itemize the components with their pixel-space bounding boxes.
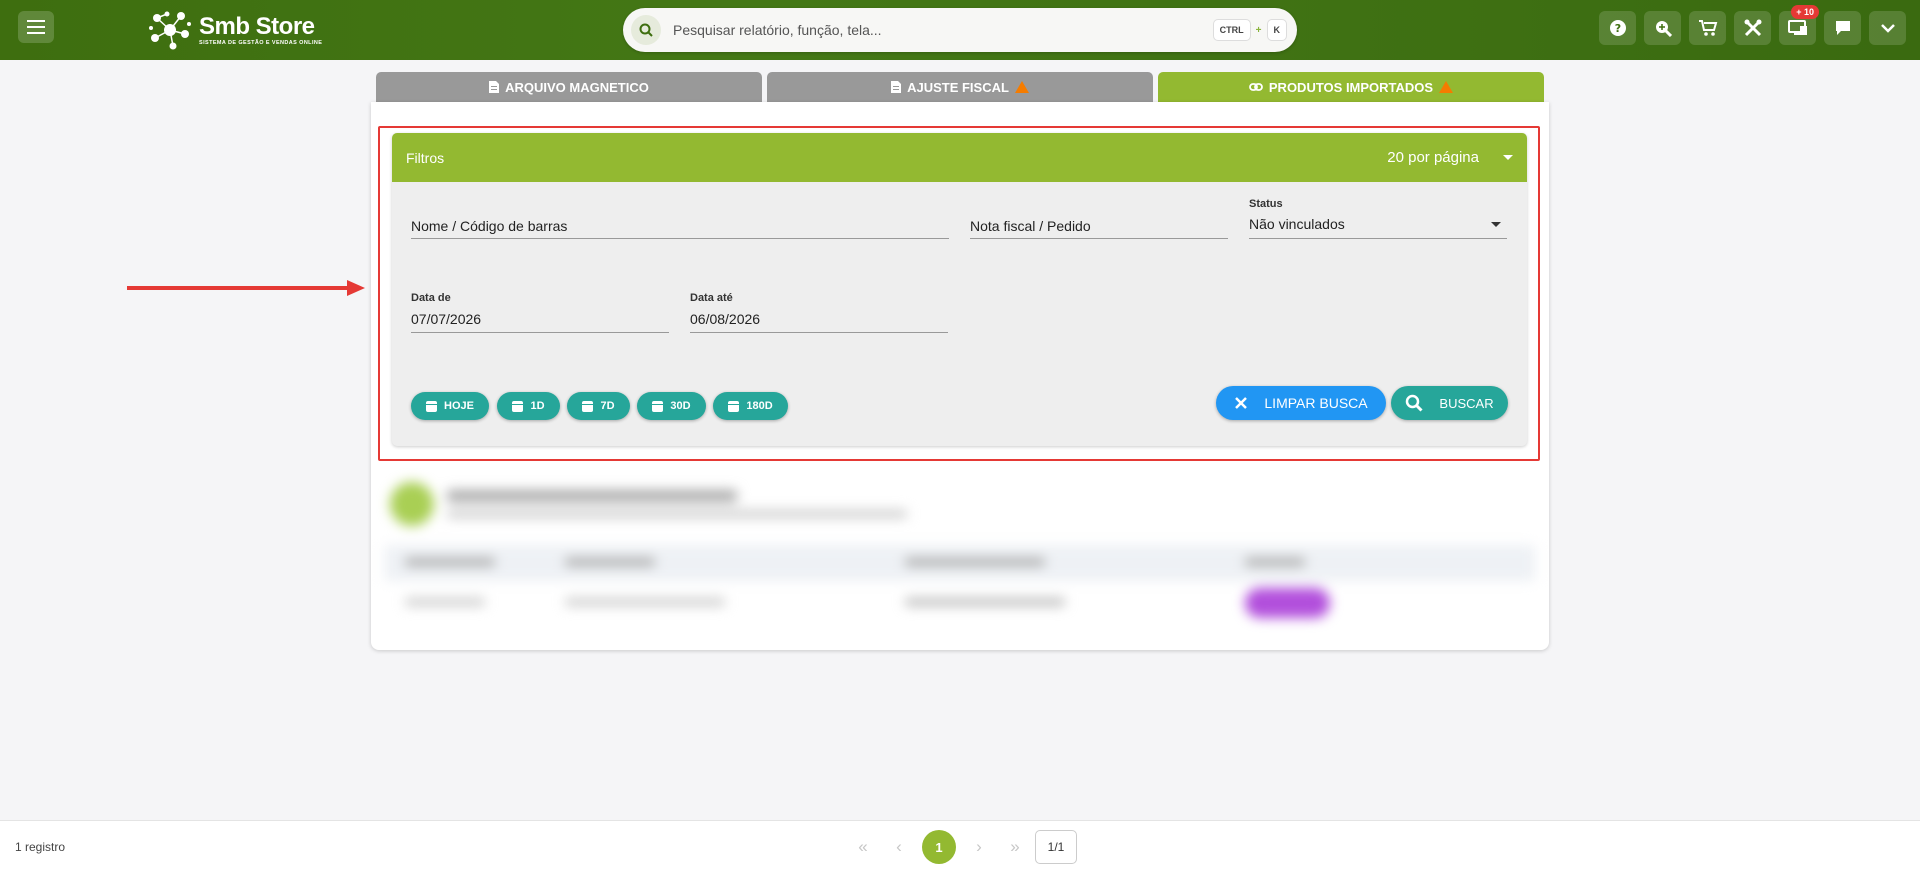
record-count: 1 registro [15, 840, 66, 854]
pagination: « ‹ 1 › » [850, 830, 1028, 864]
annotation-highlight-box [378, 126, 1540, 461]
network-logo-icon [149, 11, 191, 50]
top-actions: ? + 10 [1599, 5, 1906, 45]
tab-label: AJUSTE FISCAL [907, 79, 1009, 95]
expand-button[interactable] [1869, 11, 1906, 45]
avatar [390, 482, 434, 526]
blur-bar [565, 598, 725, 606]
cart-icon [1698, 20, 1717, 36]
tab-produtos-importados[interactable]: PRODUTOS IMPORTADOS [1158, 72, 1544, 102]
chat-icon [1835, 21, 1850, 35]
blur-bar [447, 490, 737, 502]
blur-bar [905, 598, 1065, 606]
brand-subtitle: SISTEMA DE GESTÃO E VENDAS ONLINE [199, 39, 323, 46]
menu-button[interactable] [18, 11, 54, 43]
table-header [385, 545, 1535, 581]
search-shortcut: CTRL + K [1212, 19, 1287, 41]
zoom-search-button[interactable] [1644, 11, 1681, 45]
tab-label: PRODUTOS IMPORTADOS [1268, 79, 1434, 95]
annotation-arrow-icon [127, 280, 365, 296]
svg-text:?: ? [1614, 22, 1620, 35]
blur-bar [405, 598, 485, 606]
tab-ajuste-fiscal[interactable]: AJUSTE FISCAL [767, 72, 1153, 102]
first-page-icon[interactable]: « [850, 832, 876, 862]
chat-button[interactable] [1824, 11, 1861, 45]
tab-arquivo-magnetico[interactable]: ARQUIVO MAGNETICO [376, 72, 762, 102]
cart-button[interactable] [1689, 11, 1726, 45]
results-table-blurred [385, 470, 1535, 645]
hamburger-icon [27, 20, 45, 34]
next-page-icon[interactable]: › [966, 832, 992, 862]
warning-icon [1014, 81, 1029, 93]
top-bar: Smb Store SISTEMA DE GESTÃO E VENDAS ONL… [0, 0, 1920, 60]
link-icon [1248, 83, 1263, 91]
page-total[interactable]: 1/1 [1035, 830, 1077, 864]
monitor-icon [1787, 20, 1807, 35]
notification-badge: + 10 [1791, 5, 1819, 19]
tools-button[interactable] [1734, 11, 1771, 45]
blur-bar [405, 558, 495, 566]
blur-bar [905, 558, 1045, 566]
last-page-icon[interactable]: » [1002, 832, 1028, 862]
tab-label: ARQUIVO MAGNETICO [505, 79, 649, 95]
help-button[interactable]: ? [1599, 11, 1636, 45]
shortcut-ctrl: CTRL [1212, 19, 1251, 41]
blur-bar [1245, 558, 1305, 566]
search-input[interactable]: Pesquisar relatório, função, tela... [673, 22, 1213, 38]
global-search[interactable]: Pesquisar relatório, função, tela... CTR… [623, 8, 1297, 52]
page-current[interactable]: 1 [922, 830, 956, 864]
status-badge [1245, 588, 1330, 618]
blur-bar [447, 510, 907, 518]
help-icon: ? [1609, 20, 1626, 36]
chevron-down-icon [1880, 24, 1895, 33]
pagination-footer: 1 registro « ‹ 1 › » 1/1 [0, 820, 1920, 869]
prev-page-icon[interactable]: ‹ [886, 832, 912, 862]
file-icon [891, 81, 902, 93]
brand-logo[interactable]: Smb Store SISTEMA DE GESTÃO E VENDAS ONL… [147, 8, 322, 52]
file-icon [489, 81, 500, 93]
tools-icon [1744, 19, 1761, 37]
zoom-search-icon [1655, 21, 1672, 37]
tab-bar: ARQUIVO MAGNETICO AJUSTE FISCAL PRODUTOS… [376, 72, 1544, 102]
warning-icon [1439, 81, 1454, 93]
blur-bar [565, 558, 655, 566]
search-icon [631, 15, 661, 45]
brand-title: Smb Store [199, 12, 315, 40]
monitor-button[interactable]: + 10 [1779, 5, 1819, 45]
shortcut-k: K [1266, 19, 1287, 41]
shortcut-plus: + [1255, 24, 1262, 36]
